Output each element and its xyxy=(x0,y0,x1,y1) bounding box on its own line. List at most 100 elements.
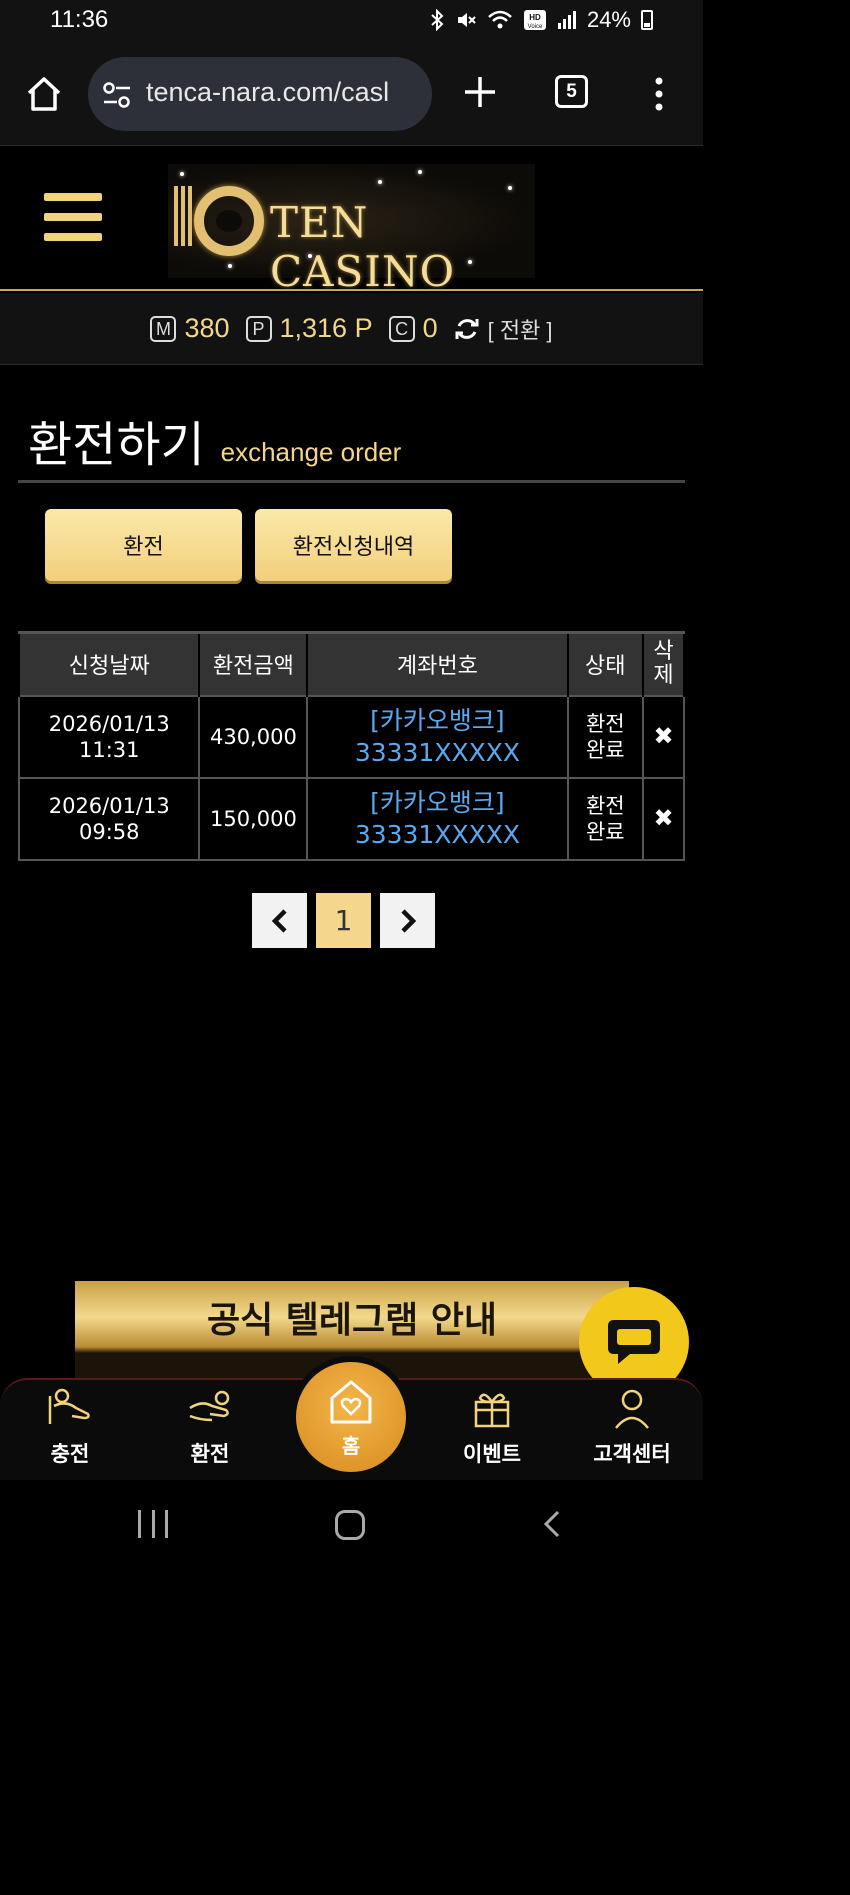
battery-percent: 24% xyxy=(586,7,631,32)
site-header: TEN CASINO xyxy=(0,147,703,296)
chevron-right-icon[interactable] xyxy=(398,908,418,934)
nav-home-label[interactable]: 홈 xyxy=(296,1430,406,1459)
delete-icon[interactable]: ✖ xyxy=(653,804,673,832)
header-delete: 삭제 xyxy=(642,631,685,696)
home-icon[interactable] xyxy=(24,74,64,114)
row-bank[interactable]: [카카오뱅크] xyxy=(308,787,566,819)
coupon-icon: C xyxy=(388,315,415,342)
row-date: 2026/01/13 xyxy=(48,711,170,736)
hamburger-menu-icon[interactable] xyxy=(44,193,102,243)
row-account-number[interactable]: 33331XXXXX xyxy=(308,819,566,851)
money-balance: M 380 xyxy=(150,313,230,344)
url-text: tenca-nara.com/casl xyxy=(146,77,390,107)
row-account-cell[interactable]: [카카오뱅크] 33331XXXXX xyxy=(306,694,569,779)
home-heart-icon[interactable] xyxy=(326,1378,376,1426)
hd-voice-icon: HD Voice xyxy=(523,10,546,30)
page-title-english: exchange order xyxy=(220,437,402,467)
header-account: 계좌번호 xyxy=(306,631,569,696)
more-menu-icon[interactable] xyxy=(645,74,673,114)
exchange-tab-button[interactable]: 환전 xyxy=(45,509,242,581)
delete-icon[interactable]: ✖ xyxy=(653,722,673,750)
bluetooth-icon xyxy=(431,9,444,31)
exchange-history-tab-button[interactable]: 환전신청내역 xyxy=(255,509,452,581)
table-header-row: 신청날짜 환전금액 계좌번호 상태 삭제 xyxy=(17,631,685,696)
row-delete-cell[interactable]: ✖ xyxy=(642,694,685,779)
mute-icon xyxy=(457,13,476,27)
table-row: 2026/01/13 09:58 150,000 [카카오뱅크] 33331XX… xyxy=(17,776,685,861)
convert-label[interactable]: [ 전환 ] xyxy=(488,313,553,345)
exchange-hand-icon[interactable] xyxy=(186,1386,234,1430)
row-amount: 150,000 xyxy=(198,776,309,861)
system-navigation-bar xyxy=(0,1480,703,1568)
row-status-line1: 환전 xyxy=(585,793,625,818)
back-icon[interactable] xyxy=(538,1508,570,1540)
coupon-balance: C 0 xyxy=(388,313,438,344)
tab-switcher-button[interactable]: 5 xyxy=(555,75,588,108)
header-status: 상태 xyxy=(566,631,645,696)
site-settings-icon[interactable] xyxy=(102,81,132,109)
point-icon: P xyxy=(245,315,272,342)
nav-home-button[interactable]: 홈 xyxy=(296,1362,406,1472)
gift-icon[interactable] xyxy=(468,1386,516,1430)
row-date-cell: 2026/01/13 09:58 xyxy=(17,776,201,861)
svg-text:HD: HD xyxy=(529,13,541,22)
deposit-hand-icon[interactable] xyxy=(46,1386,94,1430)
row-bank[interactable]: [카카오뱅크] xyxy=(308,705,566,737)
status-icons: HD Voice 24% xyxy=(429,7,653,33)
coupon-value: 0 xyxy=(422,313,438,343)
battery-icon xyxy=(641,10,653,30)
new-tab-icon[interactable] xyxy=(462,74,498,110)
chevron-left-icon[interactable] xyxy=(270,908,290,934)
svg-text:Voice: Voice xyxy=(528,24,543,30)
point-balance: P 1,316 P xyxy=(245,313,373,344)
row-status-line1: 환전 xyxy=(585,711,625,736)
address-bar[interactable]: tenca-nara.com/casl xyxy=(88,57,432,131)
page-title: 환전하기 exchange order xyxy=(28,405,401,475)
row-amount: 430,000 xyxy=(198,694,309,779)
nav-charge[interactable]: 충전 xyxy=(20,1380,120,1468)
title-divider xyxy=(18,480,685,483)
row-account-number[interactable]: 33331XXXXX xyxy=(308,737,566,769)
support-agent-icon[interactable] xyxy=(608,1386,656,1430)
row-time: 09:58 xyxy=(78,819,140,844)
row-status-line2: 완료 xyxy=(585,819,625,844)
nav-charge-label[interactable]: 충전 xyxy=(20,1438,120,1468)
pagination: 1 xyxy=(252,893,435,948)
nav-support-label[interactable]: 고객센터 xyxy=(582,1438,682,1468)
recents-icon[interactable] xyxy=(138,1510,168,1538)
row-status-cell: 환전 완료 xyxy=(566,694,645,779)
point-value: 1,316 P xyxy=(279,313,373,343)
row-date-cell: 2026/01/13 11:31 xyxy=(17,694,201,779)
table-row: 2026/01/13 11:31 430,000 [카카오뱅크] 33331XX… xyxy=(17,694,685,779)
header-date: 신청날짜 xyxy=(17,631,201,696)
nav-event-label[interactable]: 이벤트 xyxy=(442,1438,542,1468)
chat-bubble-icon[interactable] xyxy=(604,1314,664,1370)
prev-page-button[interactable] xyxy=(252,893,307,948)
signal-icon xyxy=(557,11,576,29)
row-delete-cell[interactable]: ✖ xyxy=(642,776,685,861)
row-status-cell: 환전 완료 xyxy=(566,776,645,861)
nav-exchange[interactable]: 환전 xyxy=(160,1380,260,1468)
page-title-korean: 환전하기 xyxy=(28,417,205,473)
system-home-icon[interactable] xyxy=(335,1510,365,1540)
row-time: 11:31 xyxy=(78,737,140,762)
refresh-icon[interactable] xyxy=(454,316,480,342)
banner-text: 공식 텔레그램 안내 xyxy=(206,1300,498,1341)
row-account-cell[interactable]: [카카오뱅크] 33331XXXXX xyxy=(306,776,569,861)
browser-toolbar: tenca-nara.com/casl 5 xyxy=(0,44,703,146)
money-icon: M xyxy=(150,315,177,342)
ten-casino-logo[interactable]: TEN CASINO xyxy=(168,164,535,296)
money-value: 380 xyxy=(184,313,230,343)
page-number-current[interactable]: 1 xyxy=(316,893,371,948)
row-date: 2026/01/13 xyxy=(48,793,170,818)
next-page-button[interactable] xyxy=(380,893,435,948)
nav-support[interactable]: 고객센터 xyxy=(582,1380,682,1468)
nav-exchange-label[interactable]: 환전 xyxy=(160,1438,260,1468)
status-time: 11:36 xyxy=(50,6,109,33)
nav-event[interactable]: 이벤트 xyxy=(442,1380,542,1468)
row-status-line2: 완료 xyxy=(585,737,625,762)
convert-button[interactable]: [ 전환 ] xyxy=(454,313,553,345)
header-amount: 환전금액 xyxy=(198,631,309,696)
points-bar: M 380 P 1,316 P C 0 [ 전환 ] xyxy=(0,293,703,365)
status-bar: 11:36 HD Voice 24% xyxy=(0,0,703,44)
